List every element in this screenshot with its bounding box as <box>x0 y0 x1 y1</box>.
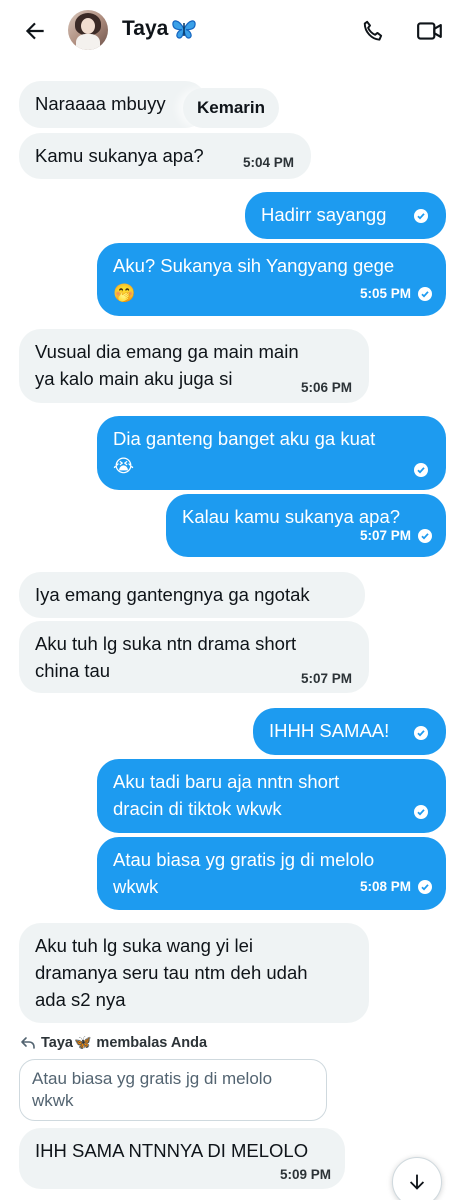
read-check-icon <box>418 528 432 543</box>
contact-name[interactable]: Taya <box>122 17 198 41</box>
incoming-message[interactable]: Aku tuh lg suka ntn drama short china ta… <box>19 621 369 693</box>
message-text: ada s2 nya <box>35 989 126 1010</box>
quoted-text: Atau biasa yg gratis jg di melolo <box>32 1069 273 1088</box>
reply-arrow-icon <box>21 1036 35 1049</box>
avatar[interactable] <box>68 10 108 50</box>
incoming-message[interactable]: Iya emang gantengnya ga ngotak <box>19 572 365 618</box>
arrow-down-icon <box>409 1174 425 1190</box>
message-text: dramanya seru tau ntm deh udah <box>35 962 308 983</box>
replier-name: Taya <box>41 1034 73 1051</box>
quoted-text: wkwk <box>32 1091 74 1110</box>
contact-name-text: Taya <box>122 17 169 40</box>
read-check-icon <box>414 726 428 740</box>
date-separator: Kemarin <box>183 88 280 128</box>
message-time: 5:07 PM <box>359 528 411 543</box>
read-check-icon <box>418 879 432 894</box>
message-text: Aku tadi baru aja nntn short <box>113 771 340 792</box>
outgoing-message[interactable]: Aku tadi baru aja nntn short dracin di t… <box>97 759 446 833</box>
butterfly-emoji: 🦋 <box>73 1034 92 1050</box>
message-text: IHH SAMA NTNNYA DI MELOLO <box>35 1140 309 1161</box>
video-call-button[interactable] <box>413 14 447 48</box>
read-check-icon <box>414 209 428 223</box>
message-text: Aku tuh lg suka ntn drama short <box>35 633 297 654</box>
message-text: IHHH SAMAA! <box>269 720 390 741</box>
message-text: Atau biasa yg gratis jg di melolo <box>113 849 375 870</box>
outgoing-message[interactable]: Dia ganteng banget aku ga kuat 😭 <box>97 416 446 490</box>
incoming-message[interactable]: Naraaaa mbuyy <box>19 81 207 128</box>
incoming-message[interactable]: Kamu sukanya apa? 5:04 PM <box>19 133 311 179</box>
call-button[interactable] <box>356 14 390 48</box>
message-text: Iya emang gantengnya ga ngotak <box>35 584 310 605</box>
outgoing-message[interactable]: Aku? Sukanya sih Yangyang gege 🤭 5:05 PM <box>97 243 446 316</box>
message-time: 5:04 PM <box>242 155 294 170</box>
message-text: dracin di tiktok wkwk <box>113 798 282 819</box>
message-text: Dia ganteng banget aku ga kuat <box>113 428 376 449</box>
outgoing-message[interactable]: Kalau kamu sukanya apa? 5:07 PM <box>166 494 446 557</box>
video-camera-icon <box>417 22 442 40</box>
outgoing-message[interactable]: Atau biasa yg gratis jg di melolo wkwk 5… <box>97 837 446 910</box>
outgoing-message[interactable]: Hadirr sayangg <box>245 192 446 239</box>
incoming-message[interactable]: Vusual dia emang ga main main ya kalo ma… <box>19 329 369 403</box>
message-time: 5:05 PM <box>359 286 411 301</box>
message-text: Aku tuh lg suka wang yi lei <box>35 935 254 956</box>
message-emoji: 🤭 <box>113 283 136 303</box>
message-text: Hadirr sayangg <box>261 204 387 225</box>
read-check-icon <box>414 463 428 477</box>
message-time: 5:09 PM <box>279 1167 331 1182</box>
message-time: 5:07 PM <box>300 671 352 686</box>
chat-header: Taya <box>0 0 465 62</box>
quoted-message[interactable]: Atau biasa yg gratis jg di melolo wkwk <box>19 1059 327 1121</box>
message-time: 5:08 PM <box>359 879 411 894</box>
message-text: Vusual dia emang ga main main <box>35 341 299 362</box>
back-button[interactable] <box>18 14 52 48</box>
butterfly-icon <box>170 17 198 41</box>
message-text: Kamu sukanya apa? <box>35 145 204 166</box>
message-time: 5:06 PM <box>300 380 352 395</box>
phone-icon <box>363 20 383 41</box>
read-check-icon <box>418 286 432 301</box>
incoming-message[interactable]: IHH SAMA NTNNYA DI MELOLO 5:09 PM <box>19 1128 345 1189</box>
message-text: Aku? Sukanya sih Yangyang gege <box>113 255 395 276</box>
message-text: Naraaaa mbuyy <box>35 93 166 114</box>
scroll-to-bottom-button[interactable] <box>392 1157 442 1200</box>
reply-context: Taya 🦋 membalas Anda <box>20 1034 207 1051</box>
arrow-left-icon <box>25 22 44 40</box>
message-emoji: 😭 <box>113 456 135 476</box>
incoming-message[interactable]: Aku tuh lg suka wang yi lei dramanya ser… <box>19 923 369 1023</box>
read-check-icon <box>414 805 428 819</box>
reply-action: membalas Anda <box>96 1034 208 1051</box>
outgoing-message[interactable]: IHHH SAMAA! <box>253 708 446 755</box>
